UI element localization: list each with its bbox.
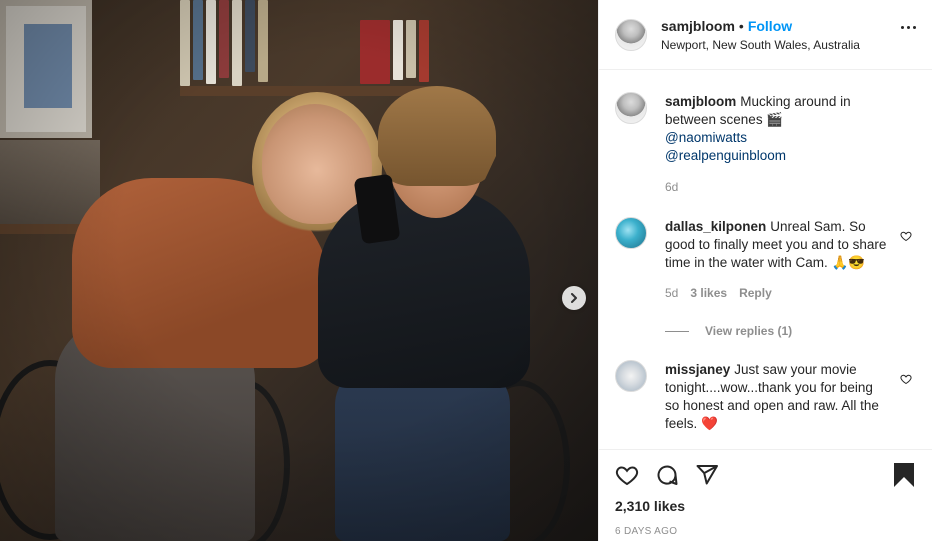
avatar[interactable] (615, 92, 647, 124)
comment-icon[interactable] (655, 463, 679, 487)
caption-time[interactable]: 6d (665, 178, 678, 196)
avatar[interactable] (615, 217, 647, 249)
avatar[interactable] (615, 18, 647, 51)
reply-button[interactable]: Reply (739, 284, 772, 302)
follow-button[interactable]: Follow (748, 19, 792, 33)
comment-likes[interactable]: 3 likes (690, 284, 727, 302)
location-link[interactable]: Newport, New South Wales, Australia (661, 39, 860, 51)
view-replies-button[interactable]: View replies (1) (665, 324, 916, 338)
caption-username[interactable]: samjbloom (665, 94, 736, 109)
avatar[interactable] (615, 360, 647, 392)
caption: samjbloom Mucking around in between scene… (615, 92, 916, 196)
author-username[interactable]: samjbloom (661, 19, 735, 33)
mention-link[interactable]: @naomiwatts (665, 129, 887, 147)
comment-item: dallas_kilponen Unreal Sam. So good to fi… (615, 217, 916, 302)
more-options-icon[interactable] (901, 26, 916, 29)
heart-icon[interactable] (900, 372, 912, 388)
post-photo[interactable] (0, 0, 598, 541)
post-actions: 2,310 likes 6 DAYS AGO (599, 449, 932, 541)
post-timestamp: 6 DAYS AGO (615, 526, 678, 537)
comment-username[interactable]: missjaney (665, 362, 730, 377)
heart-icon[interactable] (615, 463, 639, 487)
mention-link[interactable]: @realpenguinbloom (665, 147, 887, 165)
post-header: samjbloom • Follow Newport, New South Wa… (599, 0, 932, 70)
separator-dot: • (738, 18, 744, 34)
instagram-post: samjbloom • Follow Newport, New South Wa… (0, 0, 932, 541)
comment-time[interactable]: 5d (665, 284, 678, 302)
paper-plane-icon[interactable] (695, 463, 719, 487)
comment-username[interactable]: dallas_kilponen (665, 219, 766, 234)
post-sidebar: samjbloom • Follow Newport, New South Wa… (598, 0, 932, 541)
likes-count[interactable]: 2,310 likes (615, 498, 916, 514)
next-photo-button[interactable] (562, 286, 586, 310)
heart-icon[interactable] (900, 229, 912, 245)
comment-item: missjaney Just saw your movie tonight....… (615, 360, 916, 433)
comments-list[interactable]: samjbloom Mucking around in between scene… (599, 70, 932, 449)
bookmark-icon[interactable] (892, 462, 916, 491)
chevron-right-icon (571, 293, 577, 303)
